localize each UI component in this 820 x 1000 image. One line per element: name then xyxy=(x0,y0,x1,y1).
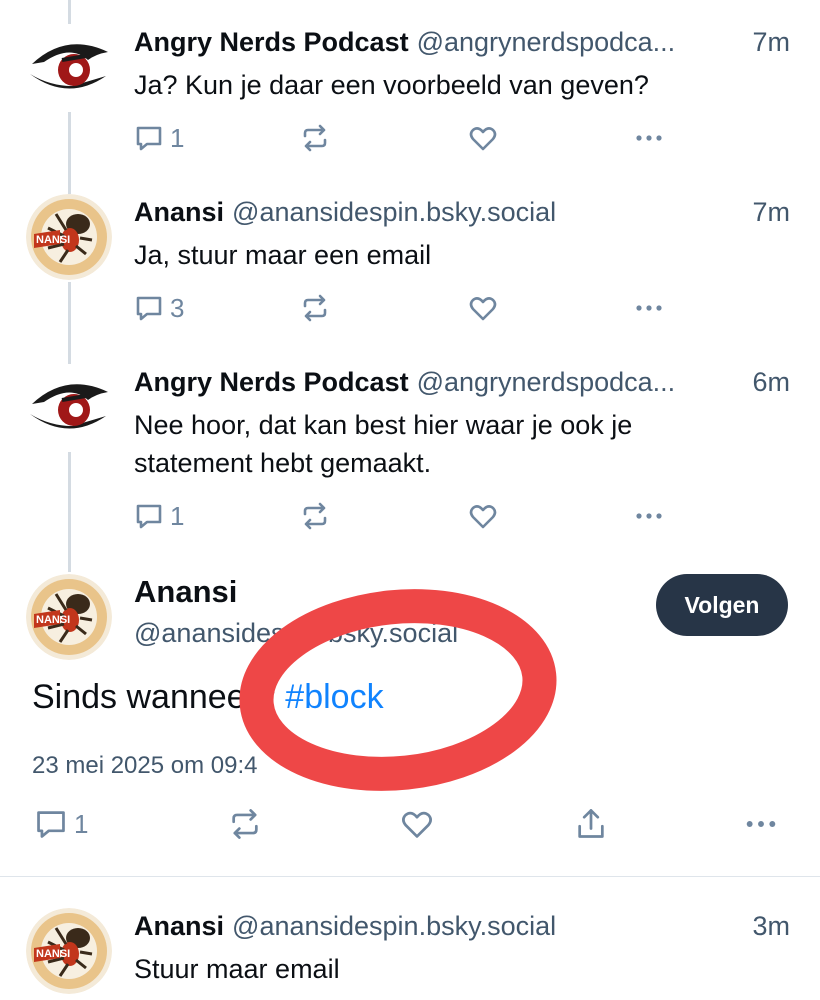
avatar[interactable]: NANSI xyxy=(26,574,112,660)
post-text-line: statement hebt gemaakt. xyxy=(134,448,432,478)
reply-button[interactable]: 1 xyxy=(134,496,184,536)
post-actions: 3 xyxy=(134,288,694,328)
ellipsis-icon xyxy=(636,305,662,311)
heart-icon xyxy=(469,505,497,529)
post-actions: 1 xyxy=(134,118,694,158)
post-text-body: Sinds wanneer? xyxy=(32,678,276,716)
angry-nerds-eye-logo-icon xyxy=(26,24,112,110)
heart-icon xyxy=(402,811,432,838)
like-button[interactable] xyxy=(400,804,434,844)
avatar[interactable] xyxy=(26,364,112,450)
speech-bubble-icon xyxy=(136,296,162,321)
speech-bubble-icon xyxy=(136,126,162,151)
post-header: Angry Nerds Podcast @angrynerdspodca... … xyxy=(134,22,790,62)
thread-post[interactable]: Angry Nerds Podcast @angrynerdspodca... … xyxy=(0,362,820,542)
svg-text:NANSI: NANSI xyxy=(36,948,70,960)
reply-count: 1 xyxy=(170,122,185,153)
svg-text:NANSI: NANSI xyxy=(36,614,70,626)
anansi-spider-logo-icon: NANSI xyxy=(26,194,112,280)
speech-bubble-icon xyxy=(37,811,65,838)
post-time[interactable]: 7m xyxy=(744,27,790,58)
post-actions: 1 xyxy=(134,496,694,536)
svg-text:NANSI: NANSI xyxy=(36,234,70,246)
like-button[interactable] xyxy=(468,118,498,158)
ellipsis-icon xyxy=(746,821,776,827)
post-text-line: Nee hoor, dat kan best hier waar je ook … xyxy=(134,410,633,440)
repost-button[interactable] xyxy=(300,496,330,536)
author-name[interactable]: Angry Nerds Podcast xyxy=(134,367,409,398)
post-text: Nee hoor, dat kan best hier waar je ook … xyxy=(134,406,790,482)
like-button[interactable] xyxy=(468,288,498,328)
author-handle[interactable]: @anansidespin.bsky.social xyxy=(134,618,458,649)
post-actions: 1 xyxy=(0,804,820,854)
heart-icon xyxy=(469,127,497,151)
divider xyxy=(0,876,820,877)
thread-post[interactable]: Angry Nerds Podcast @angrynerdspodca... … xyxy=(0,22,820,172)
author-name[interactable]: Anansi xyxy=(134,574,237,610)
reply-count: 1 xyxy=(74,808,89,839)
repost-arrows-icon xyxy=(303,502,327,530)
post-text: Ja, stuur maar een email xyxy=(134,240,432,270)
author-handle[interactable]: @anansidespin.bsky.social xyxy=(232,911,556,942)
ellipsis-icon xyxy=(636,135,662,141)
avatar[interactable]: NANSI xyxy=(26,194,112,280)
follow-button[interactable]: Volgen xyxy=(656,574,788,636)
post-time[interactable]: 6m xyxy=(744,367,790,398)
avatar[interactable]: NANSI xyxy=(26,908,112,994)
post-header: Anansi @anansidespin.bsky.social 3m xyxy=(134,906,790,946)
reply-button[interactable]: 3 xyxy=(134,288,184,328)
post-text: Stuur maar email xyxy=(134,954,340,984)
repost-button[interactable] xyxy=(300,118,330,158)
more-button[interactable] xyxy=(634,496,664,536)
reply-count: 3 xyxy=(170,292,185,323)
speech-bubble-icon xyxy=(136,504,162,529)
repost-button[interactable] xyxy=(300,288,330,328)
repost-button[interactable] xyxy=(228,804,262,844)
author-handle[interactable]: @angrynerdspodca... xyxy=(417,27,676,58)
author-handle[interactable]: @angrynerdspodca... xyxy=(417,367,676,398)
reply-button[interactable]: 1 xyxy=(134,118,184,158)
repost-arrows-icon xyxy=(303,294,327,322)
repost-arrows-icon xyxy=(232,809,258,839)
post-date: 23 mei 2025 om 09:4 xyxy=(32,752,258,779)
post-time[interactable]: 3m xyxy=(744,911,790,942)
post-text: Sinds wanneer? #block xyxy=(32,678,384,717)
main-post: NANSI Anansi @anansidespin.bsky.social V… xyxy=(0,574,820,864)
author-name[interactable]: Anansi xyxy=(134,911,224,942)
author-handle[interactable]: @anansidespin.bsky.social xyxy=(232,197,556,228)
share-button[interactable] xyxy=(574,804,608,844)
like-button[interactable] xyxy=(468,496,498,536)
heart-icon xyxy=(469,297,497,321)
ellipsis-icon xyxy=(636,513,662,519)
more-button[interactable] xyxy=(634,118,664,158)
thread-line xyxy=(68,0,71,24)
hashtag-link[interactable]: #block xyxy=(285,678,383,716)
reply-button[interactable]: 1 xyxy=(34,804,88,844)
repost-arrows-icon xyxy=(303,124,327,152)
author-name[interactable]: Angry Nerds Podcast xyxy=(134,27,409,58)
thread-post[interactable]: NANSI Anansi @anansidespin.bsky.social 7… xyxy=(0,192,820,342)
anansi-spider-logo-icon: NANSI xyxy=(26,908,112,994)
reply-post[interactable]: NANSI Anansi @anansidespin.bsky.social 3… xyxy=(0,906,820,1000)
post-header: Angry Nerds Podcast @angrynerdspodca... … xyxy=(134,362,790,402)
more-button[interactable] xyxy=(634,288,664,328)
post-header: Anansi @anansidespin.bsky.social 7m xyxy=(134,192,790,232)
angry-nerds-eye-logo-icon xyxy=(26,364,112,450)
author-name[interactable]: Anansi xyxy=(134,197,224,228)
more-button[interactable] xyxy=(744,804,778,844)
post-text: Ja? Kun je daar een voorbeeld van geven? xyxy=(134,70,649,100)
post-time[interactable]: 7m xyxy=(744,197,790,228)
avatar[interactable] xyxy=(26,24,112,110)
reply-count: 1 xyxy=(170,500,185,531)
share-icon xyxy=(578,809,604,838)
anansi-spider-logo-icon: NANSI xyxy=(26,574,112,660)
